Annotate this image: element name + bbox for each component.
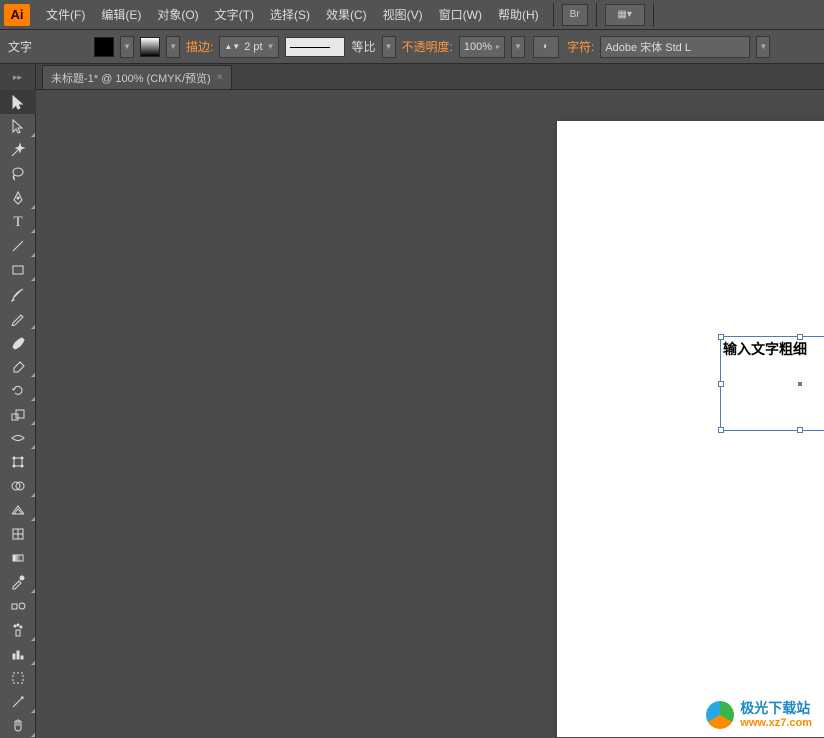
shape-builder-tool[interactable] xyxy=(0,474,36,498)
opacity-dropdown[interactable]: ▼ xyxy=(511,36,525,58)
column-graph-tool[interactable] xyxy=(0,642,36,666)
menubar: Ai 文件(F) 编辑(E) 对象(O) 文字(T) 选择(S) 效果(C) 视… xyxy=(0,0,824,30)
document-tabbar: 未标题-1* @ 100% (CMYK/预览) × xyxy=(0,64,824,90)
handle-ml[interactable] xyxy=(718,381,724,387)
divider xyxy=(596,3,597,27)
menu-effect[interactable]: 效果(C) xyxy=(318,1,375,29)
line-tool[interactable] xyxy=(0,234,36,258)
menu-view[interactable]: 视图(V) xyxy=(375,1,431,29)
handle-tl[interactable] xyxy=(718,334,724,340)
scale-dropdown[interactable]: ▼ xyxy=(382,36,396,58)
handle-bm[interactable] xyxy=(797,427,803,433)
fill-swatch[interactable] xyxy=(94,37,114,57)
handle-bl[interactable] xyxy=(718,427,724,433)
stroke-profile[interactable] xyxy=(285,37,345,57)
pencil-tool[interactable] xyxy=(0,306,36,330)
rotate-tool[interactable] xyxy=(0,378,36,402)
divider xyxy=(553,3,554,27)
bridge-icon[interactable]: Br xyxy=(562,4,588,26)
type-tool[interactable]: T xyxy=(0,210,36,234)
scale-tool[interactable] xyxy=(0,402,36,426)
selection-tool[interactable] xyxy=(0,90,36,114)
perspective-grid-tool[interactable] xyxy=(0,498,36,522)
hand-tool[interactable] xyxy=(0,714,36,738)
stroke-label: 描边: xyxy=(186,38,213,55)
symbol-sprayer-tool[interactable] xyxy=(0,618,36,642)
recolor-icon[interactable]: ◐ xyxy=(533,36,559,58)
fill-dropdown[interactable]: ▼ xyxy=(120,36,134,58)
paintbrush-tool[interactable] xyxy=(0,282,36,306)
opacity-value[interactable]: 100%▸ xyxy=(459,36,505,58)
free-transform-tool[interactable] xyxy=(0,450,36,474)
font-dropdown[interactable]: ▼ xyxy=(756,36,770,58)
width-tool[interactable] xyxy=(0,426,36,450)
direct-selection-tool[interactable] xyxy=(0,114,36,138)
tools-panel: T xyxy=(0,90,36,738)
magic-wand-tool[interactable] xyxy=(0,138,36,162)
opacity-label: 不透明度: xyxy=(402,38,453,55)
watermark-logo-icon xyxy=(706,701,734,729)
font-family-input[interactable]: Adobe 宋体 Std L xyxy=(600,36,750,58)
eyedropper-tool[interactable] xyxy=(0,570,36,594)
arrange-documents-icon[interactable]: ▦▾ xyxy=(605,4,645,26)
eraser-tool[interactable] xyxy=(0,354,36,378)
mode-label: 文字 xyxy=(8,38,32,55)
scale-label: 等比 xyxy=(351,38,375,55)
center-point xyxy=(798,382,802,386)
gradient-tool[interactable] xyxy=(0,546,36,570)
menu-edit[interactable]: 编辑(E) xyxy=(93,1,149,29)
pen-tool[interactable] xyxy=(0,186,36,210)
menu-file[interactable]: 文件(F) xyxy=(38,1,93,29)
mesh-tool[interactable] xyxy=(0,522,36,546)
stroke-swatch[interactable] xyxy=(140,37,160,57)
text-content: 输入文字粗细 xyxy=(721,337,824,361)
watermark-text: 极光下载站 www.xz7.com xyxy=(740,701,812,728)
blob-brush-tool[interactable] xyxy=(0,330,36,354)
menu-select[interactable]: 选择(S) xyxy=(262,1,318,29)
close-icon[interactable]: × xyxy=(217,72,223,83)
font-label: 字符: xyxy=(567,38,594,55)
blend-tool[interactable] xyxy=(0,594,36,618)
menu-help[interactable]: 帮助(H) xyxy=(490,1,547,29)
divider xyxy=(653,3,654,27)
text-frame-selection[interactable]: 输入文字粗细 xyxy=(720,336,824,431)
lasso-tool[interactable] xyxy=(0,162,36,186)
stroke-weight[interactable]: ▲▼2 pt▼ xyxy=(219,36,279,58)
slice-tool[interactable] xyxy=(0,690,36,714)
document-tab[interactable]: 未标题-1* @ 100% (CMYK/预览) × xyxy=(42,65,232,89)
control-bar: 文字 ▼ ▼ 描边: ▲▼2 pt▼ 等比 ▼ 不透明度: 100%▸ ▼ ◐ … xyxy=(0,30,824,64)
panel-collapse-icon[interactable]: ▸▸ xyxy=(0,64,36,90)
app-logo: Ai xyxy=(4,4,30,26)
menu-object[interactable]: 对象(O) xyxy=(149,1,206,29)
canvas[interactable]: 输入文字粗细 极光下载站 www.xz7.com xyxy=(36,90,824,737)
menu-window[interactable]: 窗口(W) xyxy=(431,1,490,29)
handle-tm[interactable] xyxy=(797,334,803,340)
artboard-tool[interactable] xyxy=(0,666,36,690)
tab-title: 未标题-1* @ 100% (CMYK/预览) xyxy=(51,70,211,86)
stroke-dropdown[interactable]: ▼ xyxy=(166,36,180,58)
rectangle-tool[interactable] xyxy=(0,258,36,282)
menu-type[interactable]: 文字(T) xyxy=(207,1,262,29)
watermark: 极光下载站 www.xz7.com xyxy=(706,701,812,729)
